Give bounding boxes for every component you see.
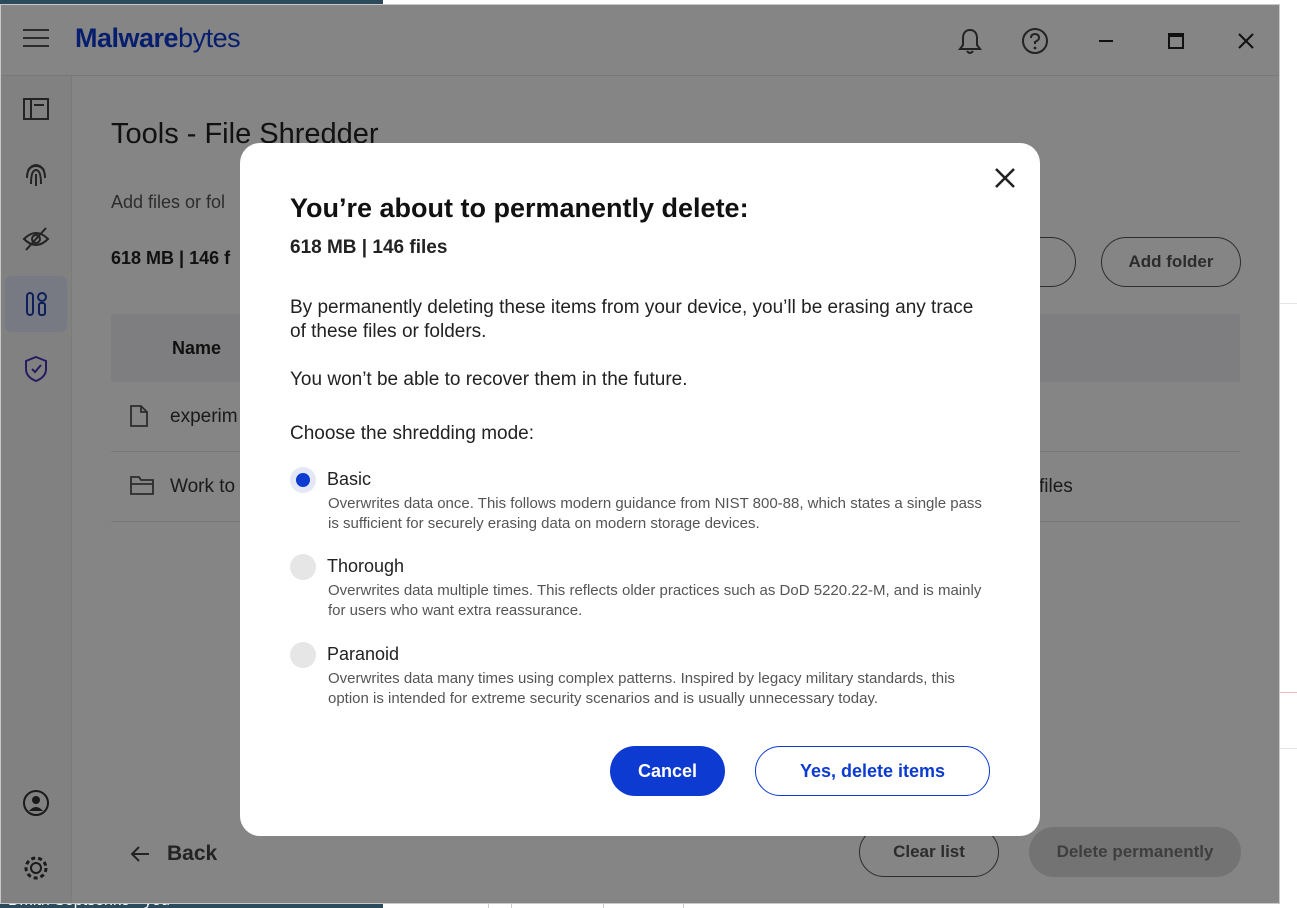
delete-confirmation-dialog: You’re about to permanently delete: 618 … bbox=[240, 143, 1040, 836]
option-label[interactable]: Thorough bbox=[327, 556, 404, 577]
option-label[interactable]: Basic bbox=[327, 469, 371, 490]
dialog-recover-warning: You won’t be able to recover them in the… bbox=[290, 369, 688, 390]
confirm-delete-button[interactable]: Yes, delete items bbox=[755, 746, 990, 796]
dialog-size-summary: 618 MB | 146 files bbox=[290, 237, 448, 258]
dialog-title: You’re about to permanently delete: bbox=[290, 193, 749, 223]
option-description: Overwrites data many times using complex… bbox=[328, 670, 955, 707]
radio-thorough[interactable] bbox=[290, 554, 316, 580]
close-dialog-icon[interactable] bbox=[992, 165, 1018, 191]
dialog-warning-text: By permanently deleting these items from… bbox=[290, 297, 974, 342]
radio-paranoid[interactable] bbox=[290, 642, 316, 668]
divider bbox=[1277, 692, 1297, 693]
option-description: Overwrites data once. This follows moder… bbox=[328, 495, 982, 532]
option-label[interactable]: Paranoid bbox=[327, 644, 399, 665]
radio-basic[interactable] bbox=[290, 467, 316, 493]
divider bbox=[1277, 748, 1297, 749]
cancel-button[interactable]: Cancel bbox=[610, 746, 725, 796]
option-description: Overwrites data multiple times. This ref… bbox=[328, 582, 982, 619]
shredding-mode-label: Choose the shredding mode: bbox=[290, 423, 534, 444]
divider bbox=[1277, 303, 1297, 304]
